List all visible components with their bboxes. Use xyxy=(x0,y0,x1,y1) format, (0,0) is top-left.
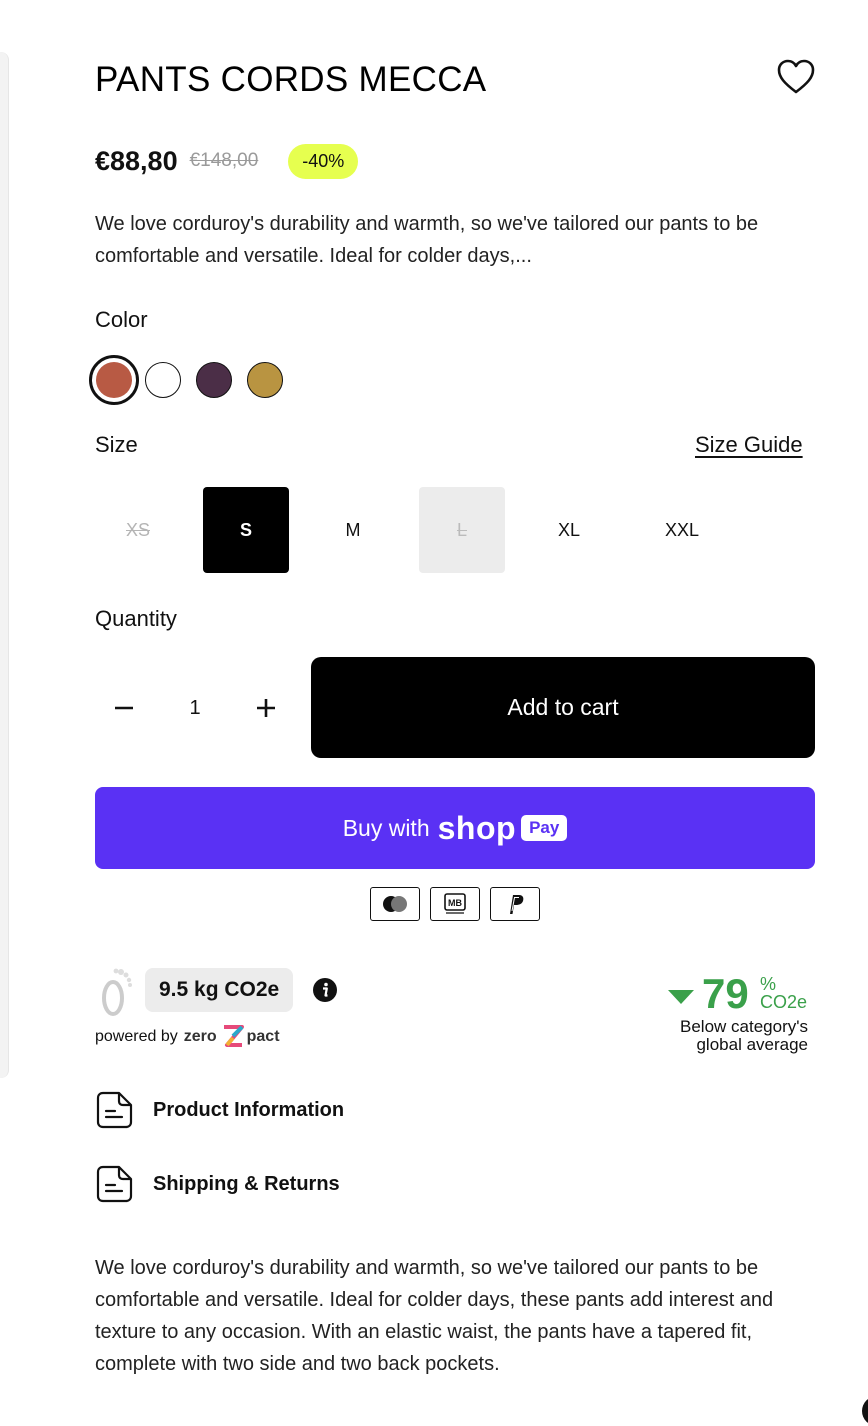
short-description: We love corduroy's durability and warmth… xyxy=(95,213,759,267)
shop-pay-prefix: Buy with xyxy=(342,814,430,841)
color-swatches xyxy=(89,355,298,405)
document-icon xyxy=(96,1091,133,1129)
co2-comparison: 79 % CO2e Below category's global averag… xyxy=(660,968,810,1058)
swatch-plum[interactable] xyxy=(196,362,232,398)
info-icon[interactable] xyxy=(313,978,337,1002)
paypal-icon xyxy=(490,887,540,921)
co2-percent-value: 79 xyxy=(702,970,749,1017)
document-icon xyxy=(96,1165,133,1203)
accordion-product-information[interactable]: Product Information xyxy=(95,1090,344,1130)
co2-caption: Below category's global average xyxy=(680,1017,808,1054)
original-price: €148,00 xyxy=(189,150,259,171)
powered-by: powered by zero pact xyxy=(95,1024,280,1050)
quantity-label: Quantity xyxy=(95,606,177,631)
long-description: We love corduroy's durability and warmth… xyxy=(95,1257,774,1375)
price-row: €88,80 €148,00 -40% xyxy=(95,141,359,181)
payment-methods: MB xyxy=(370,887,550,921)
size-s[interactable]: S xyxy=(203,487,289,573)
swatch-ochre[interactable] xyxy=(247,362,283,398)
side-panel-edge xyxy=(0,52,9,1078)
accordion-label: Shipping & Returns xyxy=(153,1172,340,1195)
quantity-stepper: 1 xyxy=(95,668,295,748)
increment-button[interactable] xyxy=(237,679,295,737)
size-label: Size xyxy=(95,432,138,457)
discount-badge: -40% xyxy=(288,143,359,179)
decrement-button[interactable] xyxy=(95,679,153,737)
accordion-shipping-returns[interactable]: Shipping & Returns xyxy=(95,1164,340,1204)
floating-chat-button-edge[interactable] xyxy=(862,1396,868,1426)
multibanco-icon: MB xyxy=(430,887,480,921)
footprint-icon xyxy=(102,968,132,1016)
provider-name-a: zero xyxy=(183,1028,217,1045)
shop-pay-brand: shop xyxy=(437,809,517,846)
down-triangle-icon xyxy=(668,990,694,1004)
minus-icon xyxy=(115,706,133,710)
svg-text:MB: MB xyxy=(448,898,462,908)
shop-pay-tag: Pay xyxy=(521,815,568,841)
co2-value-chip: 9.5 kg CO2e xyxy=(145,968,294,1012)
wishlist-heart-icon[interactable] xyxy=(776,58,816,96)
zeropact-logo-icon xyxy=(223,1025,244,1047)
size-xxl[interactable]: XXL xyxy=(639,487,725,573)
size-m[interactable]: M xyxy=(310,487,396,573)
quantity-value[interactable]: 1 xyxy=(189,697,200,720)
size-l[interactable]: L xyxy=(419,487,505,573)
plus-icon xyxy=(257,699,275,717)
size-guide-link[interactable]: Size Guide xyxy=(695,432,803,458)
color-label: Color xyxy=(95,307,148,332)
product-title: PANTS CORDS MECCA xyxy=(95,60,487,99)
mastercard-icon xyxy=(370,887,420,921)
size-xl[interactable]: XL xyxy=(526,487,612,573)
co2-unit: CO2e xyxy=(760,992,808,1012)
swatch-white[interactable] xyxy=(145,362,181,398)
swatch-rust[interactable] xyxy=(89,355,139,405)
provider-name-b: pact xyxy=(246,1028,280,1045)
add-to-cart-button[interactable]: Add to cart xyxy=(311,657,815,758)
accordion-label: Product Information xyxy=(153,1098,345,1121)
shop-pay-button[interactable]: Buy with shop Pay xyxy=(95,787,815,869)
powered-by-label: powered by xyxy=(95,1028,178,1045)
size-xs[interactable]: XS xyxy=(95,487,181,573)
current-price: €88,80 xyxy=(95,145,178,176)
